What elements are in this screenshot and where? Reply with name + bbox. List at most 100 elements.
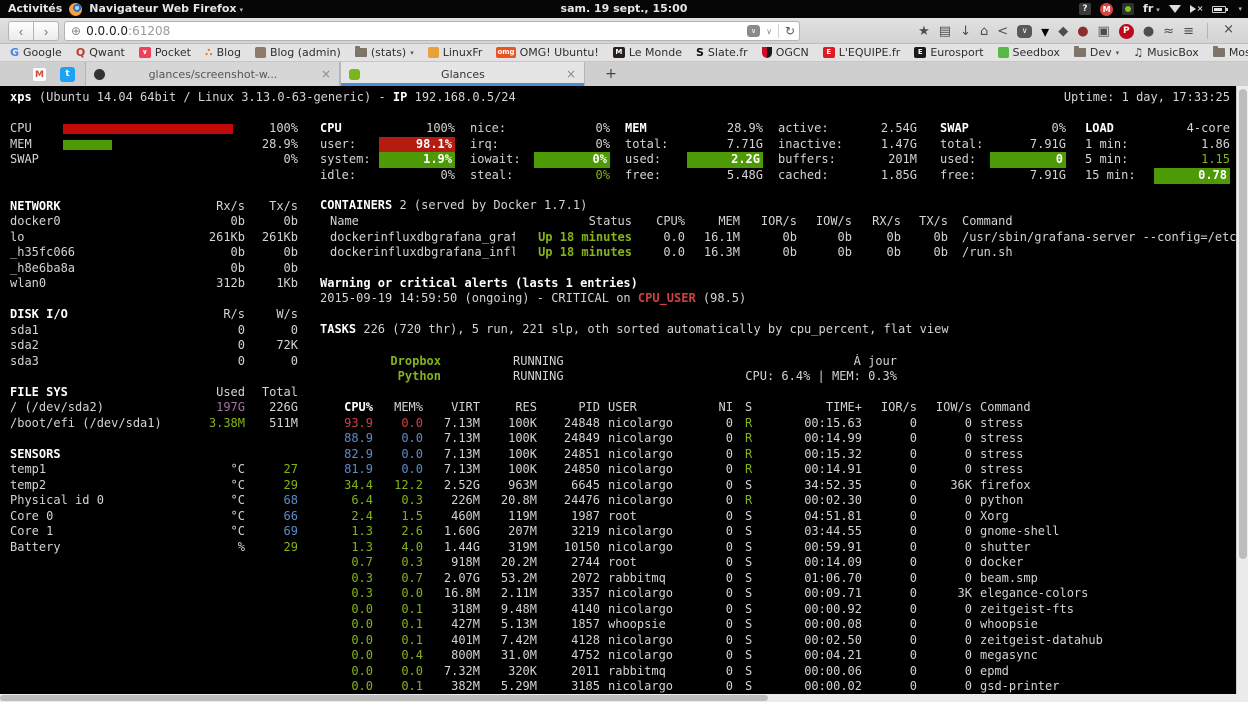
pocket-icon[interactable]: ∨ <box>1017 25 1032 38</box>
share-icon[interactable]: < <box>997 25 1008 38</box>
bookmark-label: OGCN <box>776 46 809 59</box>
stat-value: 1.86 <box>1154 137 1230 153</box>
forward-button[interactable]: › <box>33 21 59 41</box>
wifi-icon[interactable] <box>1169 5 1181 13</box>
vertical-scrollbar-thumb[interactable] <box>1239 89 1247 559</box>
uptime-label: Uptime: 1 day, 17:33:25 <box>1000 90 1230 106</box>
horizontal-scrollbar[interactable] <box>0 694 1248 702</box>
process-cell: 0 <box>922 524 972 540</box>
bookmark-blog[interactable]: ∴Blog <box>205 44 241 62</box>
section-row: sda100 <box>0 323 1236 339</box>
bookmark-star-icon[interactable]: ★ <box>918 25 930 38</box>
url-text[interactable]: 0.0.0.0 <box>86 24 128 38</box>
column-header: Rx/s <box>178 199 245 215</box>
stack-icon[interactable]: ≈ <box>1163 25 1174 38</box>
tab-glances-screenshot-w[interactable]: glances/screenshot-w...× <box>85 62 340 86</box>
chevron-down-icon: ▾ <box>1116 49 1120 57</box>
process-cell: 100K <box>483 462 537 478</box>
back-button[interactable]: ‹ <box>8 21 34 41</box>
process-cell: 0 <box>868 447 917 463</box>
column-header: IOR/s <box>745 214 797 230</box>
process-cell: 0 <box>922 540 972 556</box>
bookmark-eurosport[interactable]: EEurosport <box>914 44 983 62</box>
bookmark-seedbox[interactable]: Seedbox <box>998 44 1060 62</box>
tab-glances[interactable]: Glances× <box>340 62 585 86</box>
clock[interactable]: sam. 19 sept., 15:00 <box>561 0 688 18</box>
process-cell: 82.9 <box>328 447 373 463</box>
bookmark-pocket[interactable]: ∨Pocket <box>139 44 191 62</box>
reading-list-icon[interactable]: ▤ <box>939 25 951 38</box>
column-header: CPU% <box>328 400 373 416</box>
process-cell: 0.3 <box>378 555 423 571</box>
url-bar[interactable]: ⊕ 0.0.0.0:61208 ∨ ∨ ↻ <box>64 21 800 41</box>
containers-header-row: NameStatusCPU%MEMIOR/sIOW/sRX/sTX/sComma… <box>0 214 1236 230</box>
process-cell: 0 <box>695 633 733 649</box>
process-cell: 0 <box>695 431 733 447</box>
process-cell: 2.52G <box>426 478 480 494</box>
bookmark-blog-admin[interactable]: Blog (admin) <box>255 44 341 62</box>
item-value: 0b <box>178 261 245 277</box>
gmail-indicator-icon[interactable]: M <box>1100 3 1113 16</box>
bookmark-le-monde[interactable]: MLe Monde <box>613 44 682 62</box>
item-value: 1Kb <box>248 276 298 292</box>
bookmark-slate-fr[interactable]: SSlate.fr <box>696 44 748 62</box>
process-cell: 207M <box>483 524 537 540</box>
pinned-tab-gmail[interactable]: M <box>32 67 47 82</box>
help-indicator-icon[interactable]: ? <box>1079 3 1091 15</box>
site-identity-icon[interactable]: ⊕ <box>71 24 81 38</box>
process-cell: zeitgeist-fts <box>980 602 1236 618</box>
tab-close-icon[interactable]: × <box>321 67 331 81</box>
app-indicator-icon[interactable] <box>1122 3 1134 15</box>
close-icon[interactable]: × <box>1223 22 1234 37</box>
container-cell: Up 18 minutes <box>520 230 632 246</box>
bookmark-favicon: S <box>696 46 704 59</box>
bookmark-most-visited[interactable]: Most Visited▾ <box>1213 44 1248 62</box>
session-manager-icon[interactable]: ◆ <box>1058 25 1068 38</box>
volume-muted-icon[interactable]: × <box>1190 0 1204 18</box>
pinterest-icon[interactable]: P <box>1119 24 1134 39</box>
process-cell: 0.1 <box>378 633 423 649</box>
keyboard-layout-indicator[interactable]: fr▾ <box>1143 0 1160 19</box>
process-row: 0.00.1382M5.29M3185nicolargo0S00:00.0200… <box>0 679 1236 694</box>
bookmark-musicbox[interactable]: ♫MusicBox <box>1133 44 1199 62</box>
bookmark-label: L'EQUIPE.fr <box>839 46 901 59</box>
pocket-url-icon[interactable]: ∨ <box>747 25 760 37</box>
bookmark-ogcn[interactable]: OGCN <box>762 44 809 62</box>
home-icon[interactable]: ⌂ <box>980 25 988 38</box>
process-cell: 1.3 <box>328 524 373 540</box>
menu-icon[interactable]: ≡ <box>1183 25 1194 38</box>
process-cell: 119M <box>483 509 537 525</box>
bookmark-qwant[interactable]: QQwant <box>76 44 125 62</box>
adblock-icon[interactable]: ● <box>1077 25 1088 38</box>
bookmark-dev[interactable]: Dev ▾ <box>1074 44 1119 62</box>
process-cell: 0 <box>695 524 733 540</box>
process-cell: S <box>745 679 760 694</box>
url-dropdown-icon[interactable]: ∨ <box>766 27 772 36</box>
bookmark-google[interactable]: GGoogle <box>10 44 62 62</box>
bookmark-l-equipe-fr[interactable]: EL'EQUIPE.fr <box>823 44 901 62</box>
extension-icon[interactable]: ▣ <box>1098 25 1110 38</box>
new-tab-button[interactable]: + <box>600 65 622 83</box>
bookmark-stats[interactable]: (stats)▾ <box>355 44 414 62</box>
column-header: Total <box>248 385 298 401</box>
bookmark-label: Dev <box>1090 46 1112 59</box>
activities-button[interactable]: Activités <box>8 0 62 18</box>
bookmark-linuxfr[interactable]: LinuxFr <box>428 44 483 62</box>
column-header: Status <box>520 214 632 230</box>
process-cell: 24849 <box>542 431 600 447</box>
horizontal-scrollbar-thumb[interactable] <box>0 695 768 701</box>
system-menu-caret[interactable]: ▾ <box>1238 0 1242 18</box>
pinned-tab-twitter[interactable]: t <box>60 67 75 82</box>
vertical-scrollbar[interactable] <box>1236 86 1248 694</box>
process-cell: 36K <box>922 478 972 494</box>
process-cell: 20.8M <box>483 493 537 509</box>
messenger-icon[interactable]: ● <box>1143 25 1154 38</box>
download-icon[interactable]: ↓ <box>960 25 971 38</box>
reload-icon[interactable]: ↻ <box>785 24 795 38</box>
bookmark-omg-ubuntu[interactable]: omgOMG! Ubuntu! <box>496 44 598 62</box>
process-cell: 0 <box>922 555 972 571</box>
tab-close-icon[interactable]: × <box>566 67 576 81</box>
battery-icon[interactable] <box>1212 6 1226 13</box>
process-cell: 0 <box>695 462 733 478</box>
app-menu-button[interactable]: Navigateur Web Firefox▾ <box>89 0 243 19</box>
